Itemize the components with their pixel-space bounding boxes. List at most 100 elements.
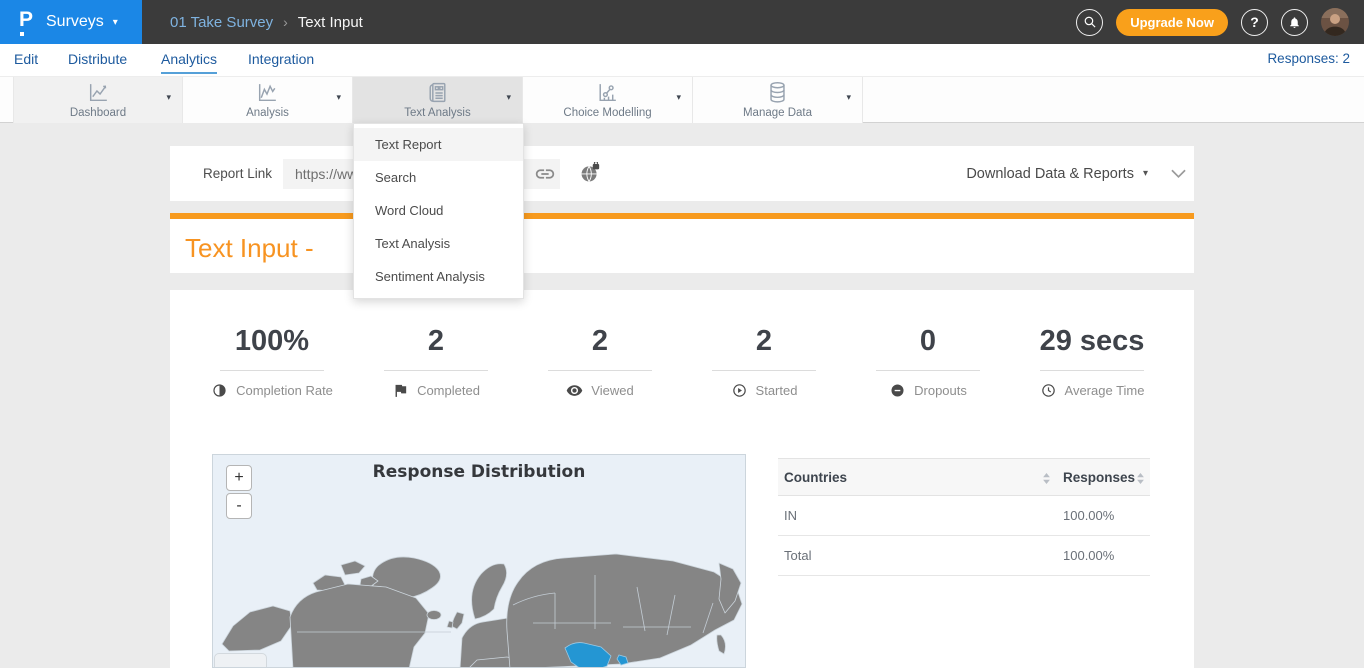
map-zoom-controls: + - — [226, 465, 252, 519]
country-cell: Total — [784, 536, 811, 576]
menu-item-search[interactable]: Search — [354, 161, 523, 194]
breadcrumb: 01 Take Survey › Text Input — [170, 0, 363, 44]
sort-icon[interactable] — [1042, 473, 1051, 484]
tab-manage-data[interactable]: Manage Data ▾ — [693, 77, 863, 123]
surveys-menu[interactable]: P Surveys ▾ — [0, 0, 142, 44]
stat-dropouts: 0 Dropouts — [846, 320, 1010, 399]
nav-item-analytics[interactable]: Analytics — [161, 44, 217, 74]
table-row: Total 100.00% — [778, 536, 1150, 576]
download-label: Download Data & Reports — [966, 166, 1134, 182]
eye-icon — [566, 382, 583, 399]
bell-icon — [1288, 16, 1301, 29]
stat-value: 2 — [682, 320, 846, 362]
responses-cell: 100.00% — [1063, 496, 1114, 536]
world-map[interactable] — [213, 455, 746, 668]
globe-lock-icon[interactable] — [579, 162, 601, 184]
chevron-down-icon[interactable]: ▾ — [506, 92, 511, 103]
download-data-reports-dropdown[interactable]: Download Data & Reports ▾ — [966, 146, 1148, 201]
stat-label: Average Time — [1065, 383, 1145, 398]
copy-link-icon[interactable] — [534, 163, 556, 185]
tab-label: Choice Modelling — [563, 107, 651, 119]
upgrade-now-button[interactable]: Upgrade Now — [1116, 9, 1228, 36]
column-header-countries[interactable]: Countries — [784, 459, 847, 497]
stat-label: Dropouts — [914, 383, 967, 398]
stat-value: 29 secs — [1010, 320, 1174, 362]
breadcrumb-separator-icon: › — [283, 14, 288, 30]
menu-item-text-analysis[interactable]: Text Analysis — [354, 227, 523, 260]
app-screen: P Surveys ▾ 01 Take Survey › Text Input … — [0, 0, 1364, 668]
responses-cell: 100.00% — [1063, 536, 1114, 576]
line-chart-icon — [86, 80, 111, 105]
collapse-chevron-icon[interactable] — [1171, 169, 1186, 179]
report-card: 100% Completion Rate 2 Completed 2 — [170, 290, 1194, 668]
tab-label: Manage Data — [743, 107, 812, 119]
database-icon — [765, 80, 790, 105]
caret-down-icon: ▾ — [1143, 168, 1148, 179]
play-circle-icon — [731, 382, 748, 399]
search-icon — [1083, 15, 1097, 29]
avatar-photo — [1321, 8, 1349, 36]
scatter-chart-icon — [595, 80, 620, 105]
text-analysis-menu: Text Report Search Word Cloud Text Analy… — [353, 123, 524, 299]
menu-item-sentiment-analysis[interactable]: Sentiment Analysis — [354, 260, 523, 293]
tab-label: Text Analysis — [404, 107, 470, 119]
stat-label: Viewed — [591, 383, 633, 398]
breadcrumb-current-page: Text Input — [298, 14, 363, 31]
search-button[interactable] — [1076, 9, 1103, 36]
question-mark-icon: ? — [1250, 14, 1259, 30]
survey-nav: Edit Distribute Analytics Integration Re… — [0, 44, 1364, 76]
stat-completion-rate: 100% Completion Rate — [190, 320, 354, 399]
tab-choice-modelling[interactable]: Choice Modelling ▾ — [523, 77, 693, 123]
chevron-down-icon[interactable]: ▾ — [846, 92, 851, 103]
report-link-label: Report Link — [203, 146, 272, 201]
user-avatar[interactable] — [1321, 8, 1349, 36]
tab-text-analysis[interactable]: Text Analysis ▾ — [353, 77, 523, 123]
flag-icon — [392, 382, 409, 399]
chevron-down-icon[interactable]: ▾ — [676, 92, 681, 103]
nav-item-integration[interactable]: Integration — [248, 44, 314, 74]
chevron-down-icon[interactable]: ▾ — [166, 92, 171, 103]
report-link-bar: Report Link Download Data & Reports ▾ — [170, 146, 1194, 201]
country-cell: IN — [784, 496, 797, 536]
page-title: Text Input - — [185, 233, 321, 264]
top-header: P Surveys ▾ 01 Take Survey › Text Input … — [0, 0, 1364, 44]
header-actions: Upgrade Now ? — [1076, 0, 1349, 44]
stat-label: Completed — [417, 383, 480, 398]
stat-label: Started — [756, 383, 798, 398]
stat-viewed: 2 Viewed — [518, 320, 682, 399]
stat-started: 2 Started — [682, 320, 846, 399]
nav-item-distribute[interactable]: Distribute — [68, 44, 127, 74]
pie-icon — [211, 382, 228, 399]
help-button[interactable]: ? — [1241, 9, 1268, 36]
table-header: Countries Responses — [778, 458, 1150, 496]
analytics-toolbar: Dashboard ▾ Analysis ▾ Text Analysis ▾ — [0, 76, 1364, 123]
table-row: IN 100.00% — [778, 496, 1150, 536]
countries-table: Countries Responses IN 100.00% Total 100… — [778, 458, 1150, 576]
stat-average-time: 29 secs Average Time — [1010, 320, 1174, 399]
menu-item-text-report[interactable]: Text Report — [354, 128, 523, 161]
chevron-down-icon[interactable]: ▾ — [336, 92, 341, 103]
map-attribution-box — [214, 653, 267, 668]
column-header-responses[interactable]: Responses — [1063, 459, 1135, 497]
product-menu-label: Surveys — [46, 13, 104, 31]
menu-item-word-cloud[interactable]: Word Cloud — [354, 194, 523, 227]
tab-analysis[interactable]: Analysis ▾ — [183, 77, 353, 123]
tab-dashboard[interactable]: Dashboard ▾ — [13, 77, 183, 123]
question-title-bar: Text Input - — [170, 219, 1194, 273]
trend-chart-icon — [255, 80, 280, 105]
responses-count[interactable]: Responses: 2 — [1267, 44, 1350, 74]
response-distribution-map: Response Distribution + - — [212, 454, 746, 668]
map-zoom-out-button[interactable]: - — [226, 493, 252, 519]
map-zoom-in-button[interactable]: + — [226, 465, 252, 491]
notifications-button[interactable] — [1281, 9, 1308, 36]
breadcrumb-survey-link[interactable]: 01 Take Survey — [170, 14, 273, 31]
sort-icon[interactable] — [1136, 473, 1145, 484]
stat-value: 2 — [518, 320, 682, 362]
questionpro-logo-icon: P — [19, 8, 37, 36]
nav-item-edit[interactable]: Edit — [14, 44, 38, 74]
map-title: Response Distribution — [213, 462, 745, 482]
stat-value: 100% — [190, 320, 354, 362]
stat-value: 0 — [846, 320, 1010, 362]
stat-completed: 2 Completed — [354, 320, 518, 399]
tab-label: Dashboard — [70, 107, 126, 119]
